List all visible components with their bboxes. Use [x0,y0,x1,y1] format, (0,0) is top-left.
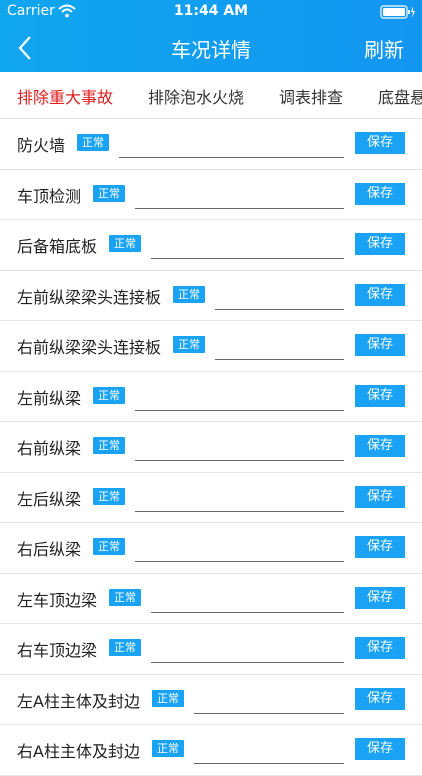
status-bar: Carrier 11:44 AM [0,0,422,24]
inspection-row: 右后纵梁 正常 保存 [0,523,422,574]
row-label: 右A柱主体及封边 [17,742,140,761]
row-label: 车顶检测 [17,186,82,206]
remark-input[interactable] [119,131,344,158]
row-label: 左A柱主体及封边 [17,691,140,711]
status-badge[interactable]: 正常 [93,487,125,505]
refresh-button[interactable]: 刷新 [364,34,404,63]
save-button[interactable]: 保存 [355,384,405,407]
inspection-row: 后备箱底板 正常 保存 [0,220,422,271]
save-button[interactable]: 保存 [355,182,405,205]
inspection-row: 右A柱主体及封边 正常 保存 [0,725,422,776]
save-button[interactable]: 保存 [355,283,405,306]
status-badge[interactable]: 正常 [109,588,141,606]
save-button[interactable]: 保存 [355,536,405,558]
row-label: 右前纵梁梁头连接板 [17,338,162,357]
inspection-list: 防火墙 正常 保存 车顶检测 正常 保存 后备箱底板 正常 保存 左前纵梁梁头连接板 正常 保存 右前纵… [0,119,422,776]
inspection-row: 右前纵梁 正常 保存 [0,422,422,473]
status-badge[interactable]: 正常 [93,184,125,202]
status-badge[interactable]: 正常 [152,689,184,707]
page-title: 车况详情 [171,38,251,62]
row-label: 右后纵梁 [17,540,82,559]
row-label: 左前纵梁 [17,388,82,408]
status-badge[interactable]: 正常 [173,336,205,353]
nav-bar: 车况详情 刷新 [0,24,422,72]
row-label: 后备箱底板 [17,237,98,256]
save-button[interactable]: 保存 [355,435,405,457]
row-label: 左后纵梁 [17,489,82,509]
status-badge[interactable]: 正常 [109,639,141,656]
inspection-row: 左前纵梁 正常 保存 [0,372,422,422]
row-label: 右车顶边梁 [17,641,98,660]
inspection-row: 左前纵梁梁头连接板 正常 保存 [0,271,422,321]
save-button[interactable]: 保存 [355,738,405,760]
status-badge[interactable]: 正常 [173,285,205,303]
tab-odometer-check[interactable]: 调表排查 [279,84,343,108]
status-badge[interactable]: 正常 [109,235,141,252]
inspection-row: 左车顶边梁 正常 保存 [0,574,422,624]
inspection-row: 右前纵梁梁头连接板 正常 保存 [0,321,422,372]
remark-input[interactable] [194,737,344,764]
remark-input[interactable] [135,383,344,411]
inspection-row: 防火墙 正常 保存 [0,119,422,170]
tab-bar: 排除重大事故 排除泡水火烧 调表排查 底盘悬 [0,72,422,119]
row-label: 左前纵梁梁头连接板 [17,287,162,307]
tab-flood-fire[interactable]: 排除泡水火烧 [148,84,244,108]
remark-input[interactable] [135,535,344,562]
remark-input[interactable] [215,282,344,310]
status-badge[interactable]: 正常 [93,386,125,404]
save-button[interactable]: 保存 [355,132,405,154]
status-badge[interactable]: 正常 [77,134,109,151]
remark-input[interactable] [215,333,344,360]
remark-input[interactable] [135,181,344,209]
row-label: 右前纵梁 [17,439,82,458]
remark-input[interactable] [151,585,344,613]
status-badge[interactable]: 正常 [93,538,125,555]
status-badge[interactable]: 正常 [152,740,184,757]
save-button[interactable]: 保存 [355,586,405,609]
save-button[interactable]: 保存 [355,687,405,710]
status-time: 11:44 AM [173,3,249,19]
tab-chassis[interactable]: 底盘悬 [378,84,422,108]
row-label: 左车顶边梁 [17,590,98,610]
save-button[interactable]: 保存 [355,334,405,356]
inspection-row: 左后纵梁 正常 保存 [0,473,422,523]
save-button[interactable]: 保存 [355,485,405,508]
remark-input[interactable] [151,636,344,663]
remark-input[interactable] [135,484,344,512]
remark-input[interactable] [194,686,344,714]
inspection-row: 右车顶边梁 正常 保存 [0,624,422,675]
battery-icon [380,5,416,23]
tab-major-accident[interactable]: 排除重大事故 [17,84,113,108]
row-label: 防火墙 [17,136,66,155]
inspection-row: 左A柱主体及封边 正常 保存 [0,675,422,725]
remark-input[interactable] [151,232,344,259]
save-button[interactable]: 保存 [355,637,405,659]
app-header: Carrier 11:44 AM 车况详情 刷新 [0,0,422,72]
save-button[interactable]: 保存 [355,233,405,255]
inspection-row: 车顶检测 正常 保存 [0,170,422,220]
remark-input[interactable] [135,434,344,461]
status-badge[interactable]: 正常 [93,437,125,454]
